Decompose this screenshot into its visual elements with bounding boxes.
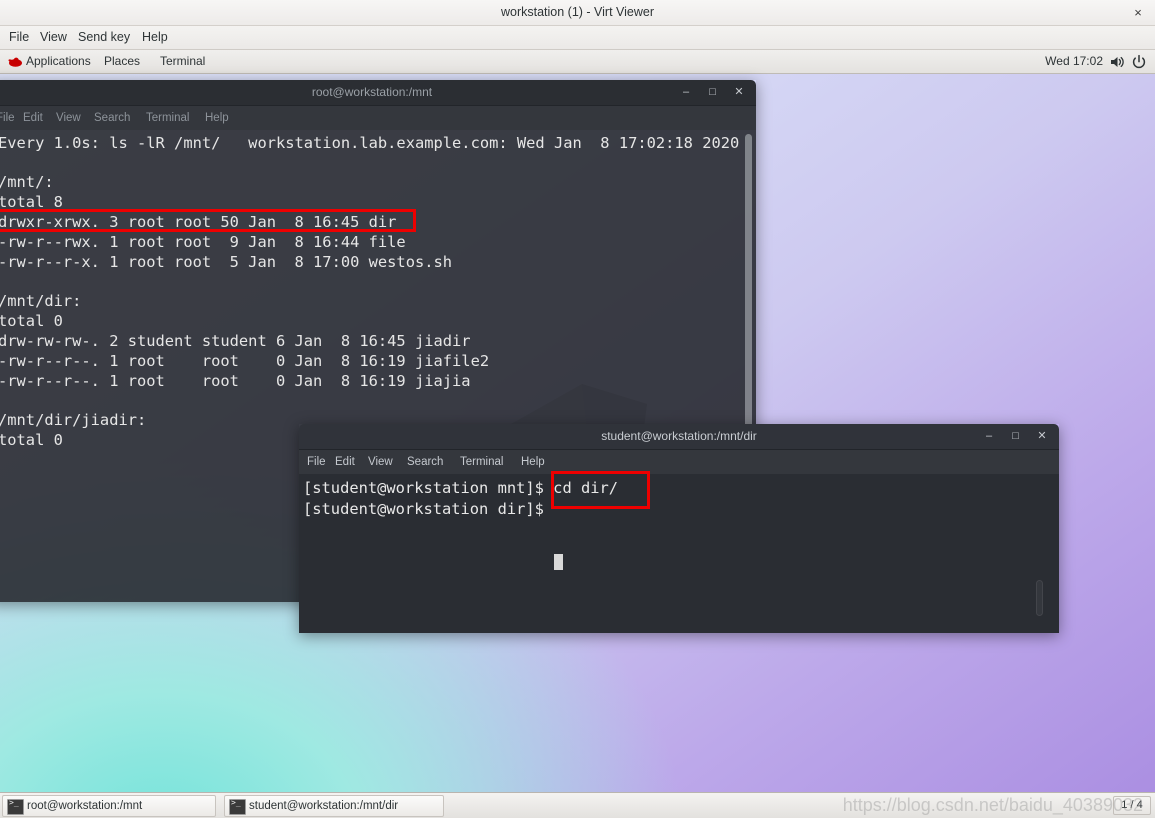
power-icon[interactable] — [1131, 54, 1147, 70]
terminal-root-line: -rw-r--r--. 1 root root 0 Jan 8 16:19 ji… — [0, 352, 490, 370]
minimize-icon[interactable]: – — [675, 80, 697, 105]
terminal-student-scrollbar[interactable] — [1036, 478, 1043, 628]
terminal-root-line: -rw-r--rwx. 1 root root 9 Jan 8 16:44 fi… — [0, 233, 406, 251]
terminal-student-menu-help[interactable]: Help — [521, 450, 545, 474]
taskbar-item-label: student@workstation:/mnt/dir — [249, 800, 399, 812]
terminal-root-title: root@workstation:/mnt — [311, 85, 433, 99]
terminal-student-title: student@workstation:/mnt/dir — [601, 429, 757, 443]
terminal-root-line: Every 1.0s: ls -lR /mnt/ workstation.lab… — [0, 134, 740, 152]
maximize-icon[interactable]: □ — [1005, 424, 1027, 449]
screen: workstation (1) - Virt Viewer × File Vie… — [0, 0, 1155, 818]
virt-viewer-menubar: File View Send key Help — [0, 26, 1155, 50]
menu-item-file[interactable]: File — [4, 26, 34, 49]
panel-item-places[interactable]: Places — [104, 50, 140, 73]
terminal-root-menu-edit[interactable]: Edit — [23, 106, 43, 130]
terminal-root-line: total 8 — [0, 193, 63, 211]
maximize-icon[interactable]: □ — [702, 80, 724, 105]
terminal-root-menu-view[interactable]: View — [56, 106, 81, 130]
terminal-root-menu-terminal[interactable]: Terminal — [146, 106, 189, 130]
terminal-root-line: /mnt/dir/jiadir: — [0, 411, 147, 429]
menu-item-view[interactable]: View — [35, 26, 72, 49]
terminal-student-scroll-thumb[interactable] — [1036, 580, 1043, 616]
terminal-icon — [229, 798, 246, 815]
terminal-root-line: total 0 — [0, 312, 63, 330]
virt-viewer-titlebar: workstation (1) - Virt Viewer × — [0, 0, 1155, 26]
terminal-icon — [7, 798, 24, 815]
close-icon[interactable]: × — [1129, 4, 1147, 22]
bottom-taskbar: root@workstation:/mnt student@workstatio… — [0, 792, 1155, 818]
terminal-root-window-buttons: – □ ✕ — [675, 80, 750, 105]
terminal-root-menu-file[interactable]: File — [0, 106, 15, 130]
panel-clock[interactable]: Wed 17:02 — [1045, 50, 1103, 73]
terminal-root-line: drw-rw-rw-. 2 student student 6 Jan 8 16… — [0, 332, 471, 350]
terminal-student-menu-view[interactable]: View — [368, 450, 393, 474]
terminal-window-student[interactable]: student@workstation:/mnt/dir – □ ✕ File … — [299, 424, 1059, 633]
minimize-icon[interactable]: – — [978, 424, 1000, 449]
terminal-root-line: /mnt/: — [0, 173, 54, 191]
close-icon[interactable]: ✕ — [1031, 424, 1053, 449]
close-icon[interactable]: ✕ — [728, 80, 750, 105]
terminal-root-menu-search[interactable]: Search — [94, 106, 130, 130]
panel-item-applications[interactable]: Applications — [26, 50, 91, 73]
terminal-student-menu-file[interactable]: File — [307, 450, 326, 474]
menu-item-send-key[interactable]: Send key — [73, 26, 135, 49]
speaker-icon[interactable] — [1109, 54, 1125, 70]
terminal-cursor — [554, 554, 563, 570]
virt-viewer-title: workstation (1) - Virt Viewer — [500, 5, 655, 19]
terminal-root-titlebar[interactable]: root@workstation:/mnt – □ ✕ — [0, 80, 756, 106]
terminal-root-line: -rw-r--r-x. 1 root root 5 Jan 8 17:00 we… — [0, 253, 453, 271]
gnome-top-panel: Applications Places Terminal Wed 17:02 — [0, 50, 1155, 74]
terminal-root-menu-help[interactable]: Help — [205, 106, 229, 130]
terminal-student-window-buttons: – □ ✕ — [978, 424, 1053, 449]
terminal-student-menu-search[interactable]: Search — [407, 450, 443, 474]
terminal-student-line-prompt: [student@workstation dir]$ — [303, 500, 554, 518]
panel-item-terminal[interactable]: Terminal — [160, 50, 205, 73]
taskbar-item-root-terminal[interactable]: root@workstation:/mnt — [2, 795, 216, 817]
terminal-root-line-dir: drwxr-xrwx. 3 root root 50 Jan 8 16:45 d… — [0, 213, 397, 231]
terminal-student-menu-edit[interactable]: Edit — [335, 450, 355, 474]
taskbar-item-label: root@workstation:/mnt — [27, 800, 143, 812]
workspace-indicator[interactable]: 1 / 4 — [1113, 796, 1151, 815]
terminal-root-menubar: File Edit View Search Terminal Help — [0, 106, 756, 130]
terminal-student-line-cmd: [student@workstation mnt]$ cd dir/ — [303, 479, 619, 497]
terminal-root-line: total 0 — [0, 431, 63, 449]
terminal-root-line: -rw-r--r--. 1 root root 0 Jan 8 16:19 ji… — [0, 372, 471, 390]
terminal-student-menu-terminal[interactable]: Terminal — [460, 450, 503, 474]
menu-item-help[interactable]: Help — [137, 26, 173, 49]
terminal-root-line: /mnt/dir: — [0, 292, 82, 310]
terminal-student-output[interactable]: [student@workstation mnt]$ cd dir/ [stud… — [299, 474, 1059, 633]
redhat-logo-icon — [8, 57, 22, 67]
terminal-student-titlebar[interactable]: student@workstation:/mnt/dir – □ ✕ — [299, 424, 1059, 450]
terminal-student-menubar: File Edit View Search Terminal Help — [299, 450, 1059, 474]
taskbar-item-student-terminal[interactable]: student@workstation:/mnt/dir — [224, 795, 444, 817]
